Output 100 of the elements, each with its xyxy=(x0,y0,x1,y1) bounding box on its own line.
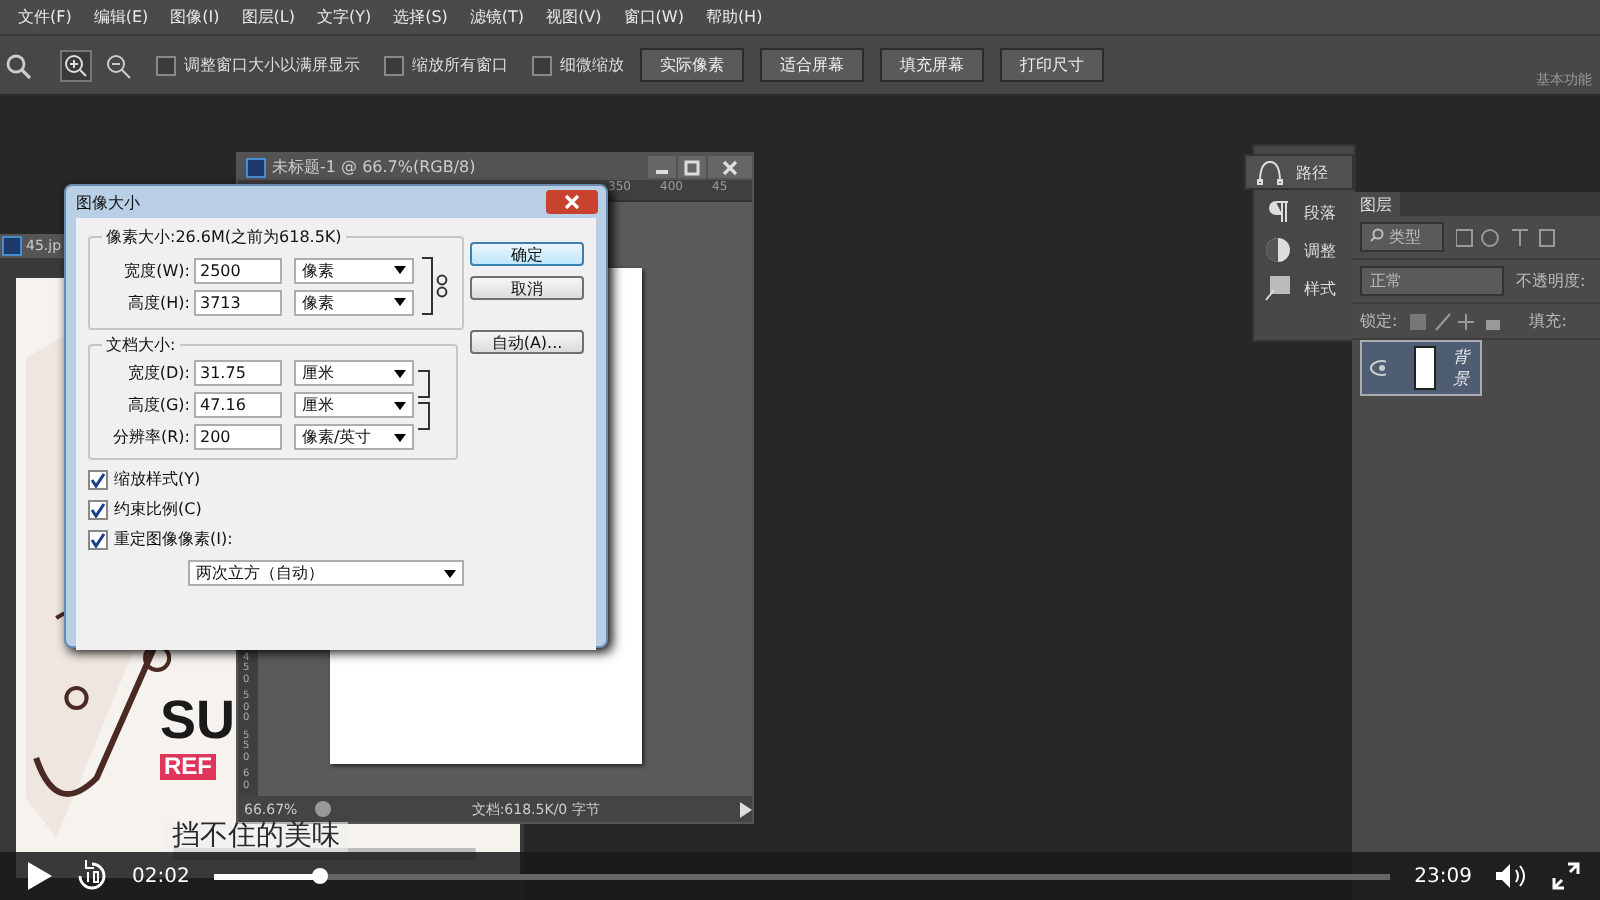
minimize-button[interactable] xyxy=(648,156,676,178)
option-button[interactable]: 填充屏幕 xyxy=(880,48,984,82)
close-icon xyxy=(720,157,740,177)
zoom-tool-icon[interactable] xyxy=(4,51,32,79)
group-title: 文档大小: xyxy=(104,334,178,356)
menu-item[interactable]: 窗口(W) xyxy=(623,6,684,28)
zoom-in-icon[interactable] xyxy=(60,49,92,81)
dropdown-arrow-icon xyxy=(444,569,456,577)
dialog-button[interactable]: 自动(A)... xyxy=(470,330,584,354)
minimize-icon xyxy=(656,169,668,173)
field-label: 宽度(D): xyxy=(125,362,190,384)
checkbox-label: 调整窗口大小以满屏显示 xyxy=(184,54,360,76)
poster-headline: SU xyxy=(160,694,236,748)
input-field[interactable]: 200 xyxy=(194,424,282,450)
lock-options-icons[interactable] xyxy=(1409,311,1502,331)
close-icon xyxy=(564,194,580,210)
layer-name: 背景 xyxy=(1452,346,1473,390)
panel-label: 路径 xyxy=(1296,161,1328,183)
input-field[interactable]: 47.16 xyxy=(194,392,282,418)
link-icon xyxy=(422,252,450,320)
dropdown-arrow-icon xyxy=(394,298,406,306)
panel-button[interactable]: 样式 xyxy=(1254,272,1354,304)
panel-tab[interactable]: 图层 xyxy=(1352,192,1400,218)
close-button[interactable] xyxy=(546,190,598,214)
menu-item[interactable]: 滤镜(T) xyxy=(469,6,525,28)
checkbox[interactable] xyxy=(156,55,176,75)
option-button[interactable]: 适合屏幕 xyxy=(760,48,864,82)
blend-mode-dropdown[interactable]: 正常 xyxy=(1360,266,1504,296)
half-circle-icon xyxy=(1264,236,1292,264)
replay-icon[interactable] xyxy=(76,860,108,892)
style-icon xyxy=(1264,274,1292,302)
volume-icon[interactable] xyxy=(1496,864,1528,888)
checkbox-label: 约束比例(C) xyxy=(114,498,202,520)
panel-button[interactable]: 调整 xyxy=(1254,234,1354,266)
panel-button[interactable]: 路径 xyxy=(1244,154,1354,190)
menu-item[interactable]: 视图(V) xyxy=(546,6,602,28)
panel-label: 样式 xyxy=(1304,277,1336,299)
input-field[interactable]: 31.75 xyxy=(194,360,282,386)
option-button[interactable]: 打印尺寸 xyxy=(1000,48,1104,82)
eye-icon[interactable] xyxy=(1370,360,1386,376)
maximize-icon xyxy=(682,157,702,177)
input-field[interactable]: 3713 xyxy=(194,289,282,315)
close-button[interactable] xyxy=(708,156,752,178)
progress-thumb[interactable] xyxy=(311,867,328,883)
unit-dropdown[interactable]: 像素 xyxy=(294,257,414,283)
field-label: 高度(G): xyxy=(125,394,190,416)
checkbox[interactable] xyxy=(384,55,404,75)
filter-dropdown[interactable]: 类型 xyxy=(1360,222,1444,252)
field-label: 宽度(W): xyxy=(122,259,190,281)
checkbox[interactable] xyxy=(532,55,552,75)
fullscreen-icon[interactable] xyxy=(1552,862,1580,890)
unit-dropdown[interactable]: 厘米 xyxy=(294,392,414,418)
caret-icon[interactable] xyxy=(740,801,752,817)
field-label: 高度(H): xyxy=(126,291,190,313)
duration: 23:09 xyxy=(1414,865,1472,887)
menu-item[interactable]: 帮助(H) xyxy=(705,6,763,28)
zoom-out-icon[interactable] xyxy=(104,51,132,79)
checkbox-label: 缩放样式(Y) xyxy=(114,468,201,490)
lock-label: 锁定: xyxy=(1360,310,1398,332)
dropdown-arrow-icon xyxy=(394,401,406,409)
layer-row[interactable]: 背景 xyxy=(1360,340,1482,396)
dialog-button[interactable]: 取消 xyxy=(470,276,584,300)
checkbox-label: 细微缩放 xyxy=(560,54,624,76)
field-label: 分辨率(R): xyxy=(111,426,190,448)
dialog-button[interactable]: 确定 xyxy=(470,242,584,266)
checkbox-label: 缩放所有窗口 xyxy=(412,54,508,76)
menu-item[interactable]: 文件(F) xyxy=(18,6,72,28)
checkbox[interactable] xyxy=(88,529,108,549)
status-icon xyxy=(313,800,332,818)
menu-item[interactable]: 选择(S) xyxy=(393,6,448,28)
search-icon xyxy=(1370,228,1384,242)
checkbox[interactable] xyxy=(88,499,108,519)
checkbox[interactable] xyxy=(88,469,108,489)
unit-dropdown[interactable]: 像素/英寸 xyxy=(294,424,414,450)
dropdown-arrow-icon xyxy=(394,369,406,377)
menu-item[interactable]: 图层(L) xyxy=(241,6,295,28)
input-field[interactable]: 2500 xyxy=(194,257,282,283)
option-button[interactable]: 实际像素 xyxy=(640,48,744,82)
panel-button[interactable]: 段落 xyxy=(1254,196,1354,228)
panel-label: 段落 xyxy=(1304,201,1336,223)
panel-label: 调整 xyxy=(1304,239,1336,261)
ps-icon xyxy=(246,157,266,177)
fill-label: 填充: xyxy=(1529,310,1567,332)
ps-icon xyxy=(2,236,22,256)
checkbox-label: 重定图像像素(I): xyxy=(114,528,233,550)
unit-dropdown[interactable]: 像素 xyxy=(294,289,414,315)
maximize-button[interactable] xyxy=(678,156,706,178)
play-icon[interactable] xyxy=(28,862,52,890)
filter-icons[interactable] xyxy=(1456,227,1556,247)
current-time: 02:02 xyxy=(132,865,190,887)
window-title: 未标题-1 @ 66.7%(RGB/8) xyxy=(272,156,478,178)
resample-dropdown[interactable]: 两次立方（自动） xyxy=(188,560,464,586)
menu-item[interactable]: 编辑(E) xyxy=(93,6,149,28)
unit-dropdown[interactable]: 厘米 xyxy=(294,360,414,386)
menu-item[interactable]: 图像(I) xyxy=(170,6,220,28)
dropdown-arrow-icon xyxy=(394,266,406,274)
layer-thumbnail xyxy=(1414,346,1437,390)
menu-item[interactable]: 文字(Y) xyxy=(316,6,372,28)
pilcrow-icon xyxy=(1264,198,1292,226)
progress-track[interactable] xyxy=(213,873,1391,879)
